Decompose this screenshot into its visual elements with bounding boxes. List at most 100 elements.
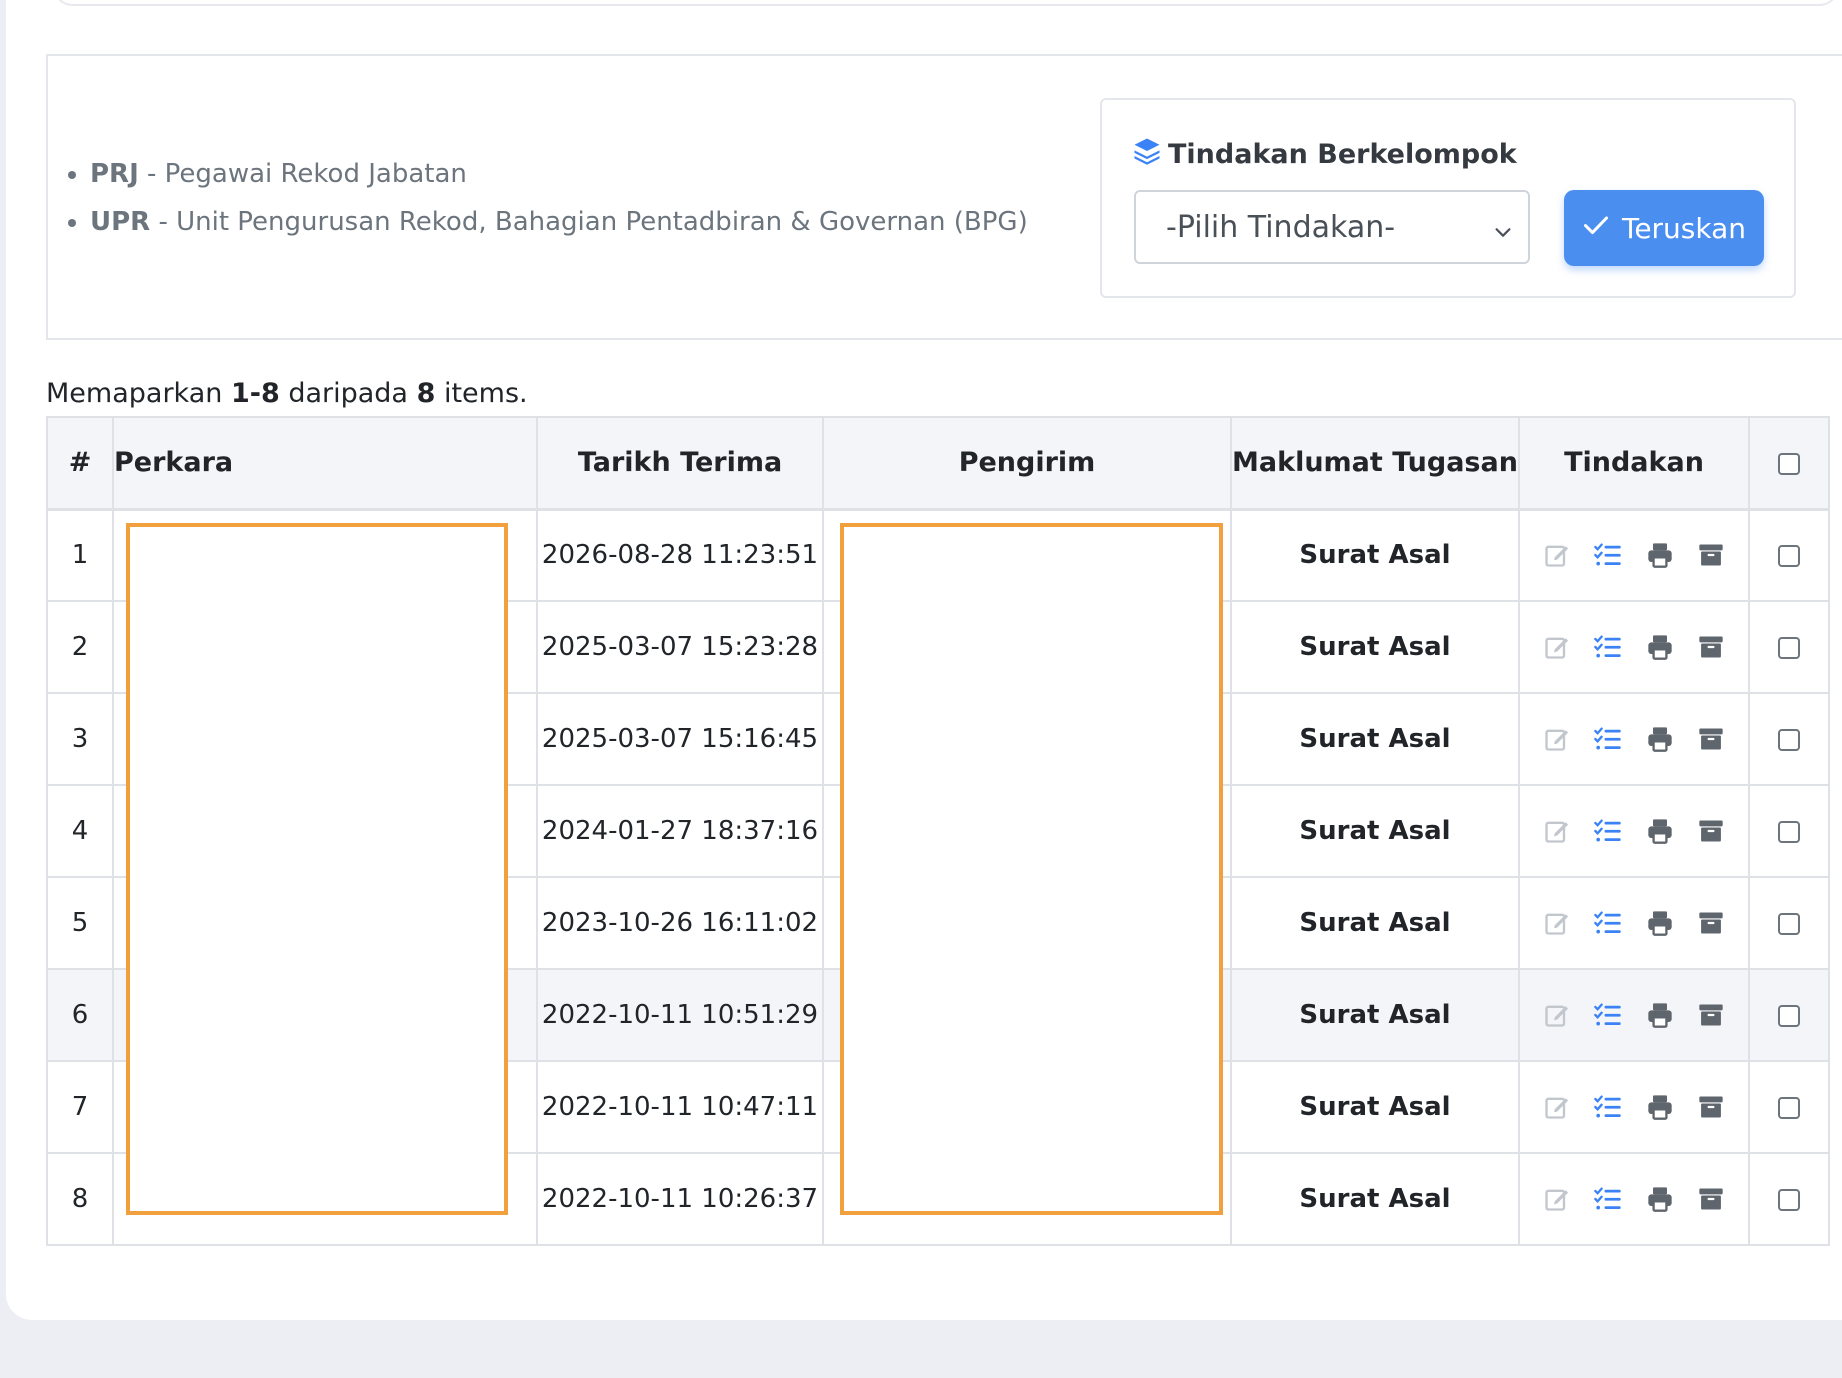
row-checkbox[interactable]: [1778, 1004, 1800, 1027]
layers-icon: [1132, 136, 1168, 173]
task-list-icon[interactable]: [1593, 1001, 1623, 1029]
archive-icon[interactable]: [1697, 1001, 1725, 1029]
tarikh-terima-cell: 2022-10-11 10:26:37: [536, 1152, 824, 1246]
row-actions: [1518, 876, 1750, 970]
row-actions: [1518, 1060, 1750, 1154]
archive-icon[interactable]: [1697, 817, 1725, 845]
tarikh-terima-cell: 2022-10-11 10:51:29: [536, 968, 824, 1062]
tarikh-terima-cell: 2026-08-28 11:23:51: [536, 508, 824, 602]
print-icon[interactable]: [1645, 817, 1675, 845]
row-checkbox-cell: [1748, 600, 1830, 694]
teruskan-button[interactable]: Teruskan: [1564, 190, 1764, 266]
bulk-action-select[interactable]: -Pilih Tindakan-: [1134, 190, 1530, 264]
check-icon: [1582, 211, 1622, 246]
row-checkbox[interactable]: [1778, 544, 1800, 567]
row-actions: [1518, 1152, 1750, 1246]
col-header-maklumat-tugasan: Maklumat Tugasan: [1230, 416, 1520, 511]
col-header-num: #: [46, 416, 114, 511]
edit-icon[interactable]: [1543, 541, 1571, 569]
maklumat-tugasan-cell: Surat Asal: [1230, 692, 1520, 786]
row-number: 1: [46, 508, 114, 602]
print-icon[interactable]: [1645, 541, 1675, 569]
row-checkbox-cell: [1748, 1060, 1830, 1154]
archive-icon[interactable]: [1697, 909, 1725, 937]
tarikh-terima-cell: 2024-01-27 18:37:16: [536, 784, 824, 878]
row-checkbox-cell: [1748, 968, 1830, 1062]
row-actions: [1518, 968, 1750, 1062]
edit-icon[interactable]: [1543, 725, 1571, 753]
task-list-icon[interactable]: [1593, 633, 1623, 661]
tarikh-terima-cell: 2025-03-07 15:23:28: [536, 600, 824, 694]
row-checkbox-cell: [1748, 876, 1830, 970]
row-checkbox-cell: [1748, 784, 1830, 878]
row-number: 6: [46, 968, 114, 1062]
row-checkbox[interactable]: [1778, 636, 1800, 659]
row-checkbox-cell: [1748, 692, 1830, 786]
col-header-pengirim: Pengirim: [822, 416, 1232, 511]
tarikh-terima-cell: 2023-10-26 16:11:02: [536, 876, 824, 970]
top-card-edge: [54, 0, 1838, 6]
print-icon[interactable]: [1645, 1093, 1675, 1121]
print-icon[interactable]: [1645, 1185, 1675, 1213]
archive-icon[interactable]: [1697, 1185, 1725, 1213]
row-checkbox-cell: [1748, 1152, 1830, 1246]
legend-list: PRJ - Pegawai Rekod Jabatan UPR - Unit P…: [64, 150, 1028, 246]
col-header-tarikh-terima[interactable]: Tarikh Terima: [536, 416, 824, 511]
row-number: 4: [46, 784, 114, 878]
archive-icon[interactable]: [1697, 1093, 1725, 1121]
task-list-icon[interactable]: [1593, 1185, 1623, 1213]
print-icon[interactable]: [1645, 725, 1675, 753]
col-header-tindakan: Tindakan: [1518, 416, 1750, 511]
edit-icon[interactable]: [1543, 1185, 1571, 1213]
maklumat-tugasan-cell: Surat Asal: [1230, 1152, 1520, 1246]
row-number: 3: [46, 692, 114, 786]
archive-icon[interactable]: [1697, 541, 1725, 569]
select-all-checkbox[interactable]: [1778, 452, 1800, 475]
pagination-summary: Memaparkan 1-8 daripada 8 items.: [46, 378, 528, 409]
maklumat-tugasan-cell: Surat Asal: [1230, 508, 1520, 602]
row-actions: [1518, 508, 1750, 602]
print-icon[interactable]: [1645, 1001, 1675, 1029]
row-checkbox[interactable]: [1778, 1096, 1800, 1119]
edit-icon[interactable]: [1543, 1093, 1571, 1121]
row-actions: [1518, 784, 1750, 878]
row-checkbox-cell: [1748, 508, 1830, 602]
print-icon[interactable]: [1645, 909, 1675, 937]
task-list-icon[interactable]: [1593, 725, 1623, 753]
bulk-action-panel: Tindakan Berkelompok -Pilih Tindakan- Te…: [1100, 98, 1796, 298]
col-header-perkara[interactable]: Perkara: [112, 416, 538, 511]
row-number: 2: [46, 600, 114, 694]
redacted-pengirim-area: [840, 523, 1223, 1215]
row-checkbox[interactable]: [1778, 1188, 1800, 1211]
row-actions: [1518, 600, 1750, 694]
archive-icon[interactable]: [1697, 633, 1725, 661]
print-icon[interactable]: [1645, 633, 1675, 661]
task-list-icon[interactable]: [1593, 1093, 1623, 1121]
maklumat-tugasan-cell: Surat Asal: [1230, 968, 1520, 1062]
row-checkbox[interactable]: [1778, 820, 1800, 843]
task-list-icon[interactable]: [1593, 817, 1623, 845]
edit-icon[interactable]: [1543, 817, 1571, 845]
edit-icon[interactable]: [1543, 909, 1571, 937]
tarikh-terima-cell: 2025-03-07 15:16:45: [536, 692, 824, 786]
maklumat-tugasan-cell: Surat Asal: [1230, 1060, 1520, 1154]
row-number: 7: [46, 1060, 114, 1154]
table-header-row: # Perkara Tarikh Terima Pengirim Makluma…: [46, 416, 1830, 511]
archive-icon[interactable]: [1697, 725, 1725, 753]
maklumat-tugasan-cell: Surat Asal: [1230, 600, 1520, 694]
row-number: 5: [46, 876, 114, 970]
tarikh-terima-cell: 2022-10-11 10:47:11: [536, 1060, 824, 1154]
edit-icon[interactable]: [1543, 633, 1571, 661]
redacted-perkara-area: [126, 523, 508, 1215]
row-actions: [1518, 692, 1750, 786]
row-checkbox[interactable]: [1778, 728, 1800, 751]
task-list-icon[interactable]: [1593, 541, 1623, 569]
row-number: 8: [46, 1152, 114, 1246]
maklumat-tugasan-cell: Surat Asal: [1230, 784, 1520, 878]
legend-item-upr: UPR - Unit Pengurusan Rekod, Bahagian Pe…: [90, 198, 1028, 246]
row-checkbox[interactable]: [1778, 912, 1800, 935]
col-header-select-all: [1748, 416, 1830, 511]
edit-icon[interactable]: [1543, 1001, 1571, 1029]
task-list-icon[interactable]: [1593, 909, 1623, 937]
legend-item-prj: PRJ - Pegawai Rekod Jabatan: [90, 150, 1028, 198]
